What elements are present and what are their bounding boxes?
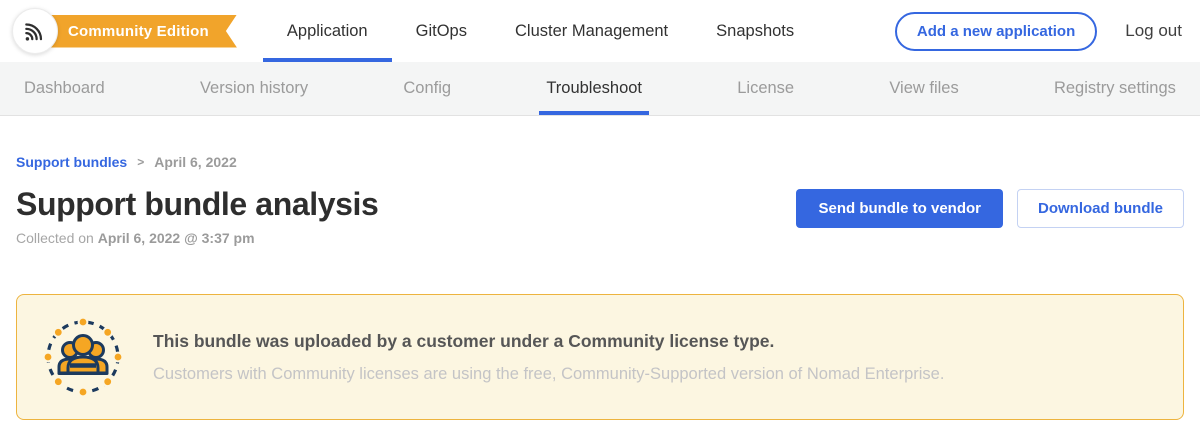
subnav-item-license[interactable]: License	[737, 62, 794, 115]
community-people-icon	[41, 315, 125, 399]
community-edition-badge: Community Edition	[32, 15, 237, 48]
logout-link[interactable]: Log out	[1125, 21, 1182, 41]
subnav-item-registry-settings[interactable]: Registry settings	[1054, 62, 1176, 115]
main-content: Support bundles > April 6, 2022 Support …	[0, 154, 1200, 420]
breadcrumb-separator: >	[137, 155, 144, 169]
subnav-item-view-files[interactable]: View files	[889, 62, 958, 115]
topnav-right: Add a new application Log out	[895, 12, 1182, 51]
replicated-logo-icon	[22, 18, 48, 44]
primary-tabs: Application GitOps Cluster Management Sn…	[263, 0, 818, 62]
collected-timestamp: Collected on April 6, 2022 @ 3:37 pm	[16, 230, 378, 246]
send-bundle-to-vendor-button[interactable]: Send bundle to vendor	[796, 189, 1003, 228]
tab-cluster-management[interactable]: Cluster Management	[491, 0, 692, 62]
add-new-application-button[interactable]: Add a new application	[895, 12, 1097, 51]
page-header: Support bundle analysis Collected on Apr…	[16, 186, 1184, 246]
collected-prefix: Collected on	[16, 230, 98, 246]
subnav-item-version-history[interactable]: Version history	[200, 62, 308, 115]
tab-application[interactable]: Application	[263, 0, 392, 62]
tab-snapshots[interactable]: Snapshots	[692, 0, 818, 62]
page-title: Support bundle analysis	[16, 186, 378, 223]
community-license-notice: This bundle was uploaded by a customer u…	[16, 294, 1184, 420]
breadcrumb-current: April 6, 2022	[154, 154, 237, 170]
app-sub-navigation: Dashboard Version history Config Trouble…	[0, 62, 1200, 116]
top-navigation: Community Edition Application GitOps Clu…	[0, 0, 1200, 62]
breadcrumb: Support bundles > April 6, 2022	[16, 154, 1184, 170]
notice-text: This bundle was uploaded by a customer u…	[153, 331, 944, 384]
subnav-item-config[interactable]: Config	[403, 62, 451, 115]
collected-date: April 6, 2022 @ 3:37 pm	[98, 230, 255, 246]
subnav-item-dashboard[interactable]: Dashboard	[24, 62, 105, 115]
brand: Community Edition	[12, 8, 237, 54]
download-bundle-button[interactable]: Download bundle	[1017, 189, 1184, 228]
breadcrumb-support-bundles-link[interactable]: Support bundles	[16, 154, 127, 170]
subnav-item-troubleshoot[interactable]: Troubleshoot	[546, 62, 642, 115]
title-block: Support bundle analysis Collected on Apr…	[16, 186, 378, 246]
tab-gitops[interactable]: GitOps	[392, 0, 491, 62]
notice-body: Customers with Community licenses are us…	[153, 365, 944, 384]
replicated-logo[interactable]	[12, 8, 58, 54]
bundle-actions: Send bundle to vendor Download bundle	[796, 186, 1184, 228]
notice-heading: This bundle was uploaded by a customer u…	[153, 331, 944, 352]
